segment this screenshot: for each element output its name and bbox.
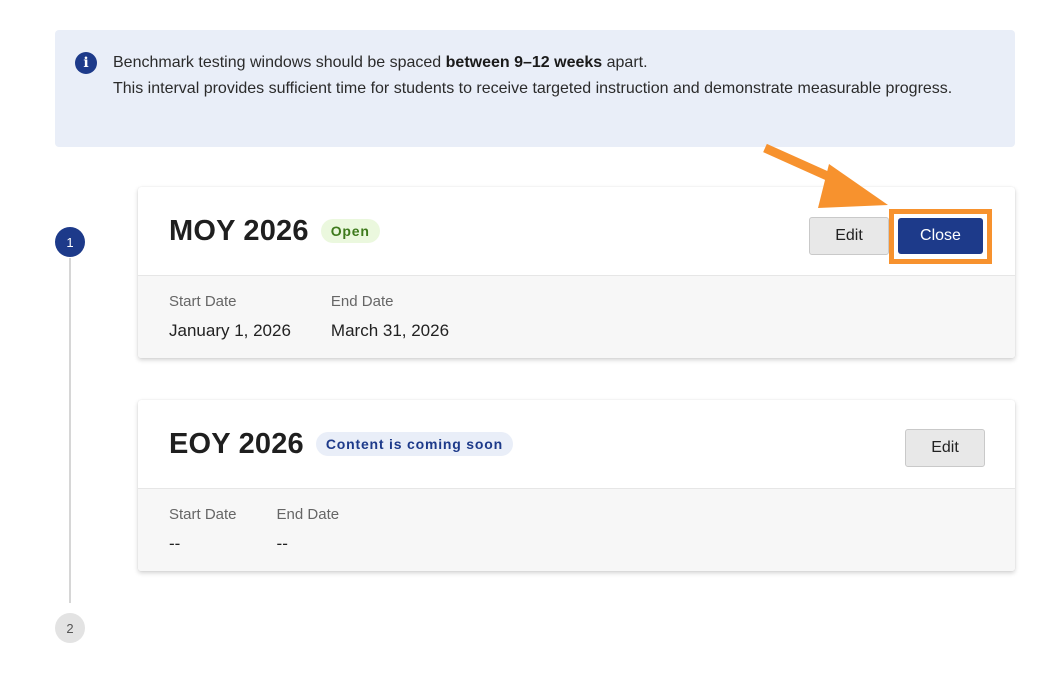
edit-button[interactable]: Edit	[809, 217, 889, 255]
step-indicator-1[interactable]: 1	[55, 227, 85, 257]
stepper-line	[69, 258, 71, 603]
step-indicator-2[interactable]: 2	[55, 613, 85, 643]
end-date-field: End Date March 31, 2026	[331, 293, 449, 358]
window-title: EOY 2026	[169, 427, 304, 460]
banner-text-suffix: apart.	[602, 54, 648, 71]
status-badge: Open	[320, 219, 380, 243]
page: i Benchmark testing windows should be sp…	[0, 0, 1054, 687]
start-date-field: Start Date January 1, 2026	[169, 293, 291, 358]
annotation-highlight-box	[889, 209, 992, 264]
edit-button[interactable]: Edit	[905, 429, 985, 467]
window-card-eoy: EOY 2026 Content is coming soon Edit Sta…	[138, 400, 1015, 571]
start-date-field: Start Date --	[169, 506, 237, 571]
info-banner: i Benchmark testing windows should be sp…	[55, 30, 1015, 147]
annotation-arrow-icon	[763, 143, 888, 208]
info-icon: i	[75, 52, 97, 74]
card-body: Start Date -- End Date --	[138, 489, 1015, 571]
status-badge: Content is coming soon	[315, 432, 513, 456]
card-body: Start Date January 1, 2026 End Date Marc…	[138, 276, 1015, 358]
start-date-label: Start Date	[169, 506, 237, 523]
end-date-field: End Date --	[277, 506, 340, 571]
card-header: EOY 2026 Content is coming soon Edit	[138, 400, 1015, 489]
end-date-label: End Date	[330, 293, 394, 310]
end-date-value: March 31, 2026	[330, 321, 450, 340]
end-date-label: End Date	[276, 506, 340, 523]
window-title: MOY 2026	[169, 214, 309, 247]
start-date-label: Start Date	[169, 293, 237, 310]
banner-line-2: This interval provides sufficient time f…	[113, 80, 953, 97]
banner-line-1: Benchmark testing windows should be spac…	[113, 50, 975, 76]
end-date-value: --	[276, 534, 288, 553]
banner-bold-text: between 9–12 weeks	[445, 54, 603, 71]
banner-text: Benchmark testing windows should be spac…	[113, 54, 446, 71]
start-date-value: --	[169, 534, 181, 553]
start-date-value: January 1, 2026	[169, 321, 291, 340]
